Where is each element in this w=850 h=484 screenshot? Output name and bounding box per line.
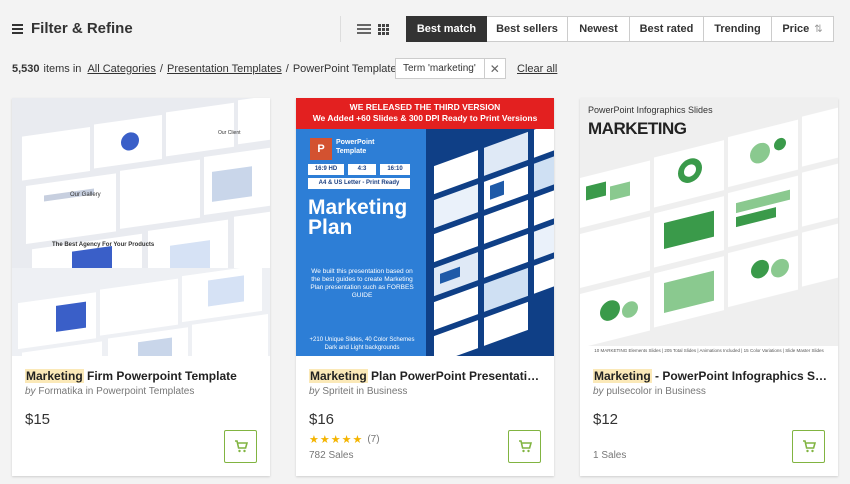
sort-best-rated[interactable]: Best rated	[630, 16, 704, 42]
sort-arrows-icon: ⇅	[814, 23, 823, 35]
search-highlight: Marketing	[593, 369, 652, 383]
product-title[interactable]: Marketing - PowerPoint Infographics Slid…	[593, 369, 829, 383]
star-icon: ★★★★★	[309, 434, 364, 446]
filter-refine-button[interactable]: Filter & Refine	[12, 20, 133, 37]
items-in-label: items in	[43, 63, 82, 75]
sort-tabs: Best match Best sellers Newest Best rate…	[406, 16, 834, 42]
cart-icon	[234, 440, 248, 453]
thumb-banner-line-1: WE RELEASED THE THIRD VERSION	[349, 102, 501, 112]
sales-count: 1 Sales	[593, 450, 627, 461]
product-title-rest: Firm Powerpoint Template	[83, 369, 237, 383]
filter-icon	[12, 23, 24, 34]
product-title[interactable]: Marketing Plan PowerPoint Presentation T…	[309, 369, 545, 383]
powerpoint-logo-icon: P	[310, 138, 332, 160]
thumb-headline-text: The Best Agency For Your Products	[52, 242, 155, 248]
product-author: by Formatika in Powerpoint Templates	[25, 386, 194, 397]
rating: ★★★★★ (7)	[309, 433, 380, 446]
product-title[interactable]: Marketing Firm Powerpoint Template	[25, 369, 261, 383]
thumb-gallery-text: Our Gallery	[70, 192, 101, 198]
thumb-right-panel	[426, 118, 554, 356]
breadcrumb-separator: /	[159, 63, 163, 75]
in-label: in	[85, 386, 94, 397]
toolbar: Filter & Refine Best match Best sellers …	[0, 0, 850, 58]
result-count: 5,530	[12, 63, 40, 75]
in-label: in	[654, 386, 663, 397]
author-link[interactable]: Spriteit	[322, 386, 353, 397]
product-card[interactable]: PowerPoint Infographics Slides MARKETING…	[580, 98, 838, 476]
sort-trending[interactable]: Trending	[704, 16, 772, 42]
clear-all-link[interactable]: Clear all	[517, 63, 557, 75]
search-highlight: Marketing	[309, 369, 368, 383]
sort-price-label: Price	[782, 23, 810, 35]
thumb-subtitle: PowerPoint Infographics Slides	[588, 105, 713, 115]
by-label: by	[309, 386, 320, 397]
in-label: in	[356, 386, 365, 397]
category-link[interactable]: Powerpoint Templates	[96, 386, 194, 397]
author-link[interactable]: Formatika	[38, 386, 82, 397]
thumb-banner: WE RELEASED THE THIRD VERSION We Added +…	[296, 98, 554, 129]
thumbnail-art	[434, 118, 554, 356]
product-thumbnail[interactable]: WE RELEASED THE THIRD VERSION We Added +…	[296, 98, 554, 356]
sort-best-match[interactable]: Best match	[406, 16, 487, 42]
product-card[interactable]: WE RELEASED THE THIRD VERSION We Added +…	[296, 98, 554, 476]
add-to-cart-button[interactable]	[508, 430, 541, 463]
product-title-rest: Plan PowerPoint Presentation Template	[371, 369, 545, 383]
product-price: $15	[25, 411, 51, 428]
by-label: by	[593, 386, 604, 397]
cart-icon	[802, 440, 816, 453]
thumb-pp-label: PowerPoint Template	[336, 139, 375, 155]
term-chip-label: Term 'marketing'	[403, 63, 476, 74]
breadcrumb-powerpoint-templates: PowerPoint Templates	[292, 63, 403, 75]
close-icon[interactable]: ✕	[483, 59, 505, 78]
thumb-tag: A4 & US Letter - Print Ready	[308, 178, 410, 189]
filter-label: Filter & Refine	[31, 20, 133, 37]
thumb-big-title: Marketing Plan	[308, 196, 408, 239]
product-card[interactable]: Our Gallery The Best Agency For Your Pro…	[12, 98, 270, 476]
sort-newest[interactable]: Newest	[568, 16, 630, 42]
product-title-rest: - PowerPoint Infographics Slides	[651, 369, 829, 383]
product-author: by pulsecolor in Business	[593, 386, 706, 397]
product-thumbnail[interactable]: Our Gallery The Best Agency For Your Pro…	[12, 98, 270, 356]
search-highlight: Marketing	[25, 369, 84, 383]
thumb-other-text: Our Client	[218, 130, 241, 136]
term-filter-chip: Term 'marketing' ✕	[395, 58, 506, 79]
product-author: by Spriteit in Business	[309, 386, 407, 397]
cart-icon	[518, 440, 532, 453]
sort-price[interactable]: Price ⇅	[772, 16, 834, 42]
breadcrumb-separator: /	[285, 63, 289, 75]
thumb-title: MARKETING	[588, 119, 687, 138]
sort-best-sellers[interactable]: Best sellers	[487, 16, 568, 42]
thumb-banner-line-2: We Added +60 Slides & 300 DPI Ready to P…	[312, 113, 538, 123]
product-thumbnail[interactable]: PowerPoint Infographics Slides MARKETING…	[580, 98, 838, 356]
product-price: $12	[593, 411, 619, 428]
list-view-icon[interactable]	[357, 24, 371, 35]
thumb-info-strip: 10 MARKETING Elements Slides | 205 Total…	[580, 346, 838, 356]
sales-count: 782 Sales	[309, 450, 354, 461]
thumb-tag: 4:3	[348, 164, 376, 175]
thumbnail-art: Our Gallery The Best Agency For Your Pro…	[12, 98, 270, 356]
breadcrumb: 5,530 items in All Categories / Presenta…	[12, 62, 402, 76]
author-link[interactable]: pulsecolor	[606, 386, 652, 397]
add-to-cart-button[interactable]	[792, 430, 825, 463]
category-link[interactable]: Business	[665, 386, 706, 397]
thumb-tag: 16:9 HD	[308, 164, 344, 175]
rating-count: (7)	[367, 434, 380, 445]
thumb-footnote: +210 Unique Slides, 40 Color Schemes Dar…	[309, 337, 415, 351]
grid-view-icon[interactable]	[378, 24, 389, 35]
breadcrumb-all-categories[interactable]: All Categories	[87, 63, 155, 75]
product-price: $16	[309, 411, 335, 428]
thumb-description: We built this presentation based on the …	[310, 268, 414, 299]
breadcrumb-presentation-templates[interactable]: Presentation Templates	[167, 63, 282, 75]
by-label: by	[25, 386, 36, 397]
category-link[interactable]: Business	[367, 386, 408, 397]
add-to-cart-button[interactable]	[224, 430, 257, 463]
thumb-tag: 16:10	[380, 164, 410, 175]
divider	[340, 16, 341, 42]
